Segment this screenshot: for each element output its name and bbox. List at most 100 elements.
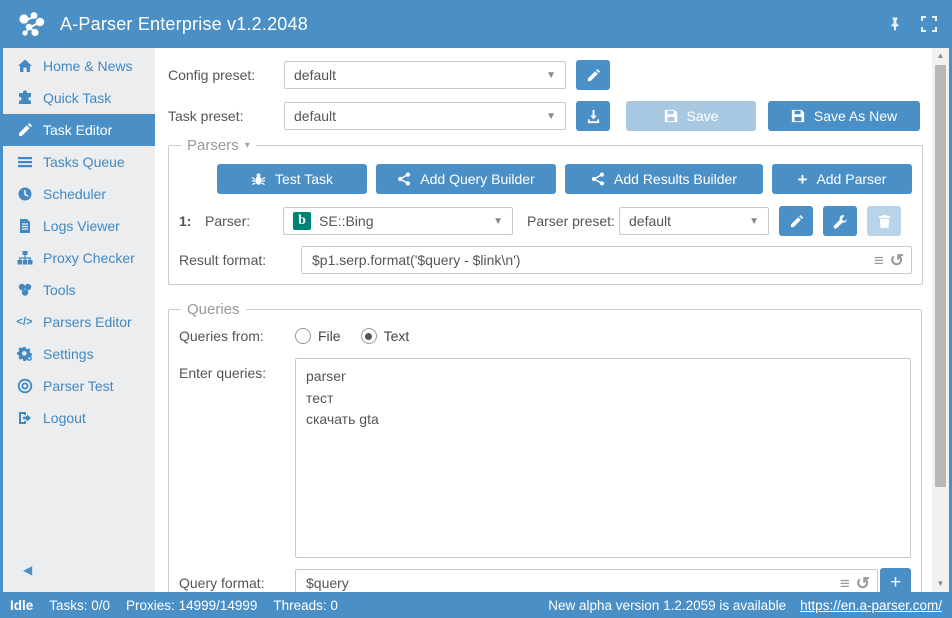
status-state: Idle xyxy=(10,598,33,613)
sidebar-item-label: Parsers Editor xyxy=(43,314,132,330)
queries-legend[interactable]: Queries xyxy=(181,301,246,318)
sidebar-item-label: Parser Test xyxy=(43,378,114,394)
parser-preset-select[interactable]: default ▼ xyxy=(619,207,769,235)
queries-from-label: Queries from: xyxy=(179,328,295,344)
queries-section: Queries Queries from: File Text xyxy=(168,301,922,592)
title-bar: A-Parser Enterprise v1.2.2048 xyxy=(0,0,952,48)
list-icon xyxy=(16,154,33,171)
sidebar-item-scheduler[interactable]: Scheduler xyxy=(3,178,155,210)
plus-icon: + xyxy=(798,171,808,188)
reset-icon[interactable]: ↺ xyxy=(890,252,904,269)
sidebar-item-label: Logs Viewer xyxy=(43,218,120,234)
save-as-new-button-label: Save As New xyxy=(814,108,897,124)
status-proxies: Proxies: 14999/14999 xyxy=(126,598,257,613)
task-preset-label: Task preset: xyxy=(168,108,284,124)
scroll-up-icon[interactable]: ▲ xyxy=(937,50,945,62)
a-parser-logo-icon xyxy=(14,6,50,42)
template-menu-icon[interactable]: ≡ xyxy=(874,252,884,269)
delete-parser-button[interactable] xyxy=(867,206,901,236)
config-preset-select[interactable]: default ▼ xyxy=(284,61,566,89)
add-parser-button[interactable]: + Add Parser xyxy=(772,164,912,194)
share-icon xyxy=(591,172,605,186)
floppy-icon xyxy=(664,109,678,123)
task-preset-select[interactable]: default ▼ xyxy=(284,102,566,130)
queries-legend-label: Queries xyxy=(187,301,240,318)
add-query-builder-button[interactable]: Add Query Builder xyxy=(376,164,556,194)
sidebar-item-parser-test[interactable]: Parser Test xyxy=(3,370,155,402)
add-query-format-button[interactable]: + xyxy=(880,568,911,592)
update-link[interactable]: https://en.a-parser.com/ xyxy=(800,598,942,613)
wrench-icon xyxy=(833,214,848,229)
result-format-input[interactable] xyxy=(301,246,912,274)
chevron-down-icon: ▼ xyxy=(546,70,556,81)
parsers-legend[interactable]: Parsers ▾ xyxy=(181,137,256,154)
status-threads: Threads: 0 xyxy=(273,598,338,613)
sidebar-item-tools[interactable]: Tools xyxy=(3,274,155,306)
sidebar-item-logout[interactable]: Logout xyxy=(3,402,155,434)
sidebar: Home & News Quick Task Task Editor Tasks… xyxy=(3,48,155,592)
sidebar-item-logs-viewer[interactable]: Logs Viewer xyxy=(3,210,155,242)
sidebar-item-parsers-editor[interactable]: </> Parsers Editor xyxy=(3,306,155,338)
save-button[interactable]: Save xyxy=(626,101,756,131)
queries-textarea[interactable]: parser тест скачать gta xyxy=(295,358,911,558)
queries-from-file-radio[interactable]: File xyxy=(295,328,341,344)
sidebar-collapse-icon[interactable]: ◀ xyxy=(23,564,32,576)
task-preset-value: default xyxy=(294,108,336,124)
test-task-label: Test Task xyxy=(275,171,333,187)
sidebar-item-quick-task[interactable]: Quick Task xyxy=(3,82,155,114)
scroll-down-icon[interactable]: ▼ xyxy=(937,578,945,590)
config-preset-value: default xyxy=(294,67,336,83)
add-results-builder-button[interactable]: Add Results Builder xyxy=(565,164,763,194)
code-icon: </> xyxy=(16,314,33,331)
sidebar-item-settings[interactable]: Settings xyxy=(3,338,155,370)
parsers-section: Parsers ▾ Test Task Add Query Builder Ad… xyxy=(168,137,923,285)
config-preset-label: Config preset: xyxy=(168,67,284,83)
download-icon xyxy=(586,109,601,124)
reset-icon[interactable]: ↺ xyxy=(856,575,870,592)
sitemap-icon xyxy=(16,250,33,267)
fullscreen-icon[interactable] xyxy=(920,15,938,33)
query-format-input[interactable] xyxy=(295,569,878,592)
parser-select[interactable]: b SE::Bing ▼ xyxy=(283,207,513,235)
plus-icon: + xyxy=(890,572,901,592)
main-content: Config preset: default ▼ Task preset: de… xyxy=(155,48,932,592)
parser-options-button[interactable] xyxy=(823,206,857,236)
sidebar-item-home-news[interactable]: Home & News xyxy=(3,50,155,82)
sidebar-item-label: Home & News xyxy=(43,58,132,74)
sidebar-item-task-editor[interactable]: Task Editor xyxy=(3,114,155,146)
clock-icon xyxy=(16,186,33,203)
chevron-down-icon: ▼ xyxy=(493,216,503,227)
sidebar-item-label: Proxy Checker xyxy=(43,250,135,266)
radio-checked-icon xyxy=(361,328,377,344)
sidebar-item-label: Tasks Queue xyxy=(43,154,125,170)
pencil-icon xyxy=(789,214,804,229)
caret-down-icon: ▾ xyxy=(245,140,250,151)
file-radio-label: File xyxy=(318,328,341,344)
query-format-label: Query format: xyxy=(179,575,295,591)
sidebar-item-tasks-queue[interactable]: Tasks Queue xyxy=(3,146,155,178)
chevron-down-icon: ▼ xyxy=(749,216,759,227)
import-task-preset-button[interactable] xyxy=(576,101,610,131)
parser-label: Parser: xyxy=(205,213,283,229)
chevron-down-icon: ▼ xyxy=(546,111,556,122)
queries-from-text-radio[interactable]: Text xyxy=(361,328,410,344)
pin-icon[interactable] xyxy=(886,15,904,33)
edit-parser-button[interactable] xyxy=(779,206,813,236)
template-menu-icon[interactable]: ≡ xyxy=(840,575,850,592)
save-as-new-button[interactable]: Save As New xyxy=(768,101,920,131)
bing-icon: b xyxy=(293,212,311,230)
vertical-scrollbar[interactable]: ▲ ▼ xyxy=(932,48,949,592)
scrollbar-thumb[interactable] xyxy=(935,65,946,487)
status-tasks: Tasks: 0/0 xyxy=(49,598,110,613)
test-task-button[interactable]: Test Task xyxy=(217,164,367,194)
edit-config-preset-button[interactable] xyxy=(576,60,610,90)
home-icon xyxy=(16,58,33,75)
parser-preset-label: Parser preset: xyxy=(527,213,619,229)
file-icon xyxy=(16,218,33,235)
sidebar-item-proxy-checker[interactable]: Proxy Checker xyxy=(3,242,155,274)
parser-preset-value: default xyxy=(629,213,671,229)
save-button-label: Save xyxy=(687,108,719,124)
bug-icon xyxy=(251,172,266,187)
radio-unchecked-icon xyxy=(295,328,311,344)
add-results-builder-label: Add Results Builder xyxy=(614,171,737,187)
